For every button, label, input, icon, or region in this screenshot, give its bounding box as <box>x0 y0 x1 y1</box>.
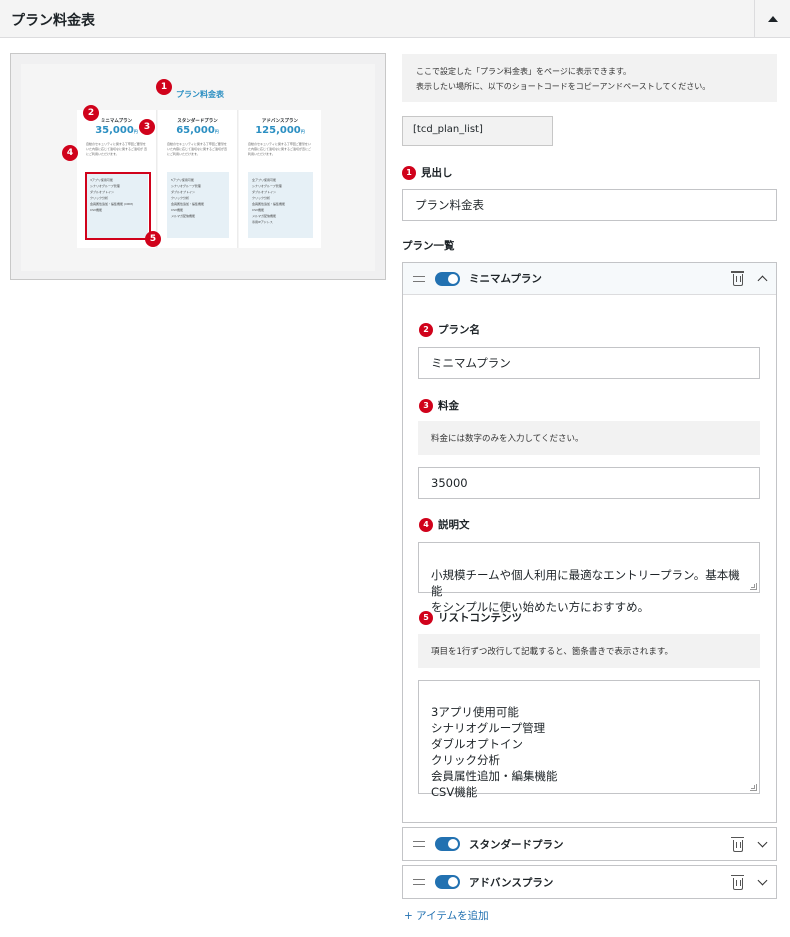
preview-card-standard: スタンダードプラン 65,000円 自動のセキュリティに関する丁寧回ご要望をいた… <box>158 110 238 248</box>
marker-2-badge: 2 <box>419 322 433 337</box>
plan-item-header[interactable]: アドバンスプラン <box>403 866 776 898</box>
preview-card-list: 5アプリ使用可能 シナリオグループ管理 ダブルオプトイン クリック分析 会員属性追加・編… <box>167 172 229 238</box>
heading-input[interactable]: プラン料金表 <box>402 189 777 221</box>
info-line-2: 表示したい場所に、以下のショートコードをコピーアンドペーストしてください。 <box>416 82 711 91</box>
preview-card-name: アドバンスプラン <box>261 119 299 124</box>
resize-handle-icon[interactable] <box>750 784 757 791</box>
preview-heading: プラン料金表 <box>176 90 224 99</box>
heading-label: 1 見出し <box>402 165 453 180</box>
plan-list-label: プラン一覧 <box>402 240 455 252</box>
preview-card-price: 65,000円 <box>176 125 219 136</box>
chevron-down-icon[interactable] <box>757 837 768 847</box>
preview-highlight-box <box>85 172 151 240</box>
chevron-down-icon[interactable] <box>757 875 768 885</box>
preview-card-desc: 自動のセキュリティに関する丁寧回ご要望をいた内容に応じて適切なに関するご適切が迅… <box>248 142 311 156</box>
shortcode-field[interactable]: [tcd_plan_list] <box>402 116 553 146</box>
plan-item-header[interactable]: ミニマムプラン <box>403 263 776 295</box>
preview-card-name: スタンダードプラン <box>177 119 218 124</box>
chevron-up-icon[interactable] <box>757 275 768 286</box>
plan-toggle[interactable] <box>435 271 460 286</box>
plan-item-header[interactable]: スタンダードプラン <box>403 828 776 860</box>
marker-5: 5 <box>145 231 161 247</box>
preview-card-desc: 自動のセキュリティに関する丁寧回ご要望をいた内容に応じて適切なに関するご適切が … <box>86 142 147 156</box>
panel-header: プラン料金表 <box>0 0 790 38</box>
list-contents-note: 項目を1行ずつ改行して記載すると、箇条書きで表示されます。 <box>418 634 760 668</box>
description-label: 4 説明文 <box>419 517 470 532</box>
plan-item-title: スタンダードプラン <box>469 838 564 851</box>
info-box: ここで設定した「プラン料金表」をページに表示できます。 表示したい場所に、以下の… <box>402 54 777 102</box>
marker-1: 1 <box>156 79 172 95</box>
trash-icon[interactable] <box>731 836 744 852</box>
marker-5-badge: 5 <box>419 610 433 625</box>
plan-item-title: アドバンスプラン <box>469 876 554 889</box>
price-note: 料金には数字のみを入力してください。 <box>418 421 760 455</box>
plan-item-advance: アドバンスプラン <box>402 865 777 899</box>
panel-title: プラン料金表 <box>11 13 95 29</box>
triangle-up-icon <box>767 16 778 22</box>
preview-card-advance: アドバンスプラン 125,000円 自動のセキュリティに関する丁寧回ご要望をいた… <box>239 110 321 248</box>
plan-name-input[interactable]: ミニマムプラン <box>418 347 760 379</box>
preview-card-desc: 自動のセキュリティに関する丁寧回ご要望をいた内容に応じて適切なに関するご適切が迅… <box>167 142 228 156</box>
drag-handle-icon[interactable] <box>413 841 425 847</box>
marker-2: 2 <box>83 105 99 121</box>
preview-image: プラン料金表 ミニマムプラン 35,000円 自動のセキュリティに関する丁寧回ご… <box>10 53 386 280</box>
marker-4-badge: 4 <box>419 517 433 532</box>
trash-icon[interactable] <box>731 271 744 286</box>
trash-icon[interactable] <box>731 874 744 890</box>
plan-toggle[interactable] <box>435 875 460 889</box>
description-textarea[interactable]: 小規模チームや個人利用に最適なエントリープラン。基本機能 をシンプルに使い始めた… <box>418 542 760 614</box>
preview-card-list: 全アプリ使用可能 シナリオグループ管理 ダブルオプトイン クリック分析 会員属性追加・編… <box>248 172 313 238</box>
list-contents-label: 5 リストコンテンツ <box>419 610 522 625</box>
plan-name-label: 2 プラン名 <box>419 322 480 337</box>
resize-handle-icon[interactable] <box>750 583 757 590</box>
collapse-button[interactable] <box>754 0 790 38</box>
price-label: 3 料金 <box>419 398 459 413</box>
preview-canvas: プラン料金表 ミニマムプラン 35,000円 自動のセキュリティに関する丁寧回ご… <box>21 64 375 271</box>
marker-3: 3 <box>139 119 155 135</box>
preview-card-price: 125,000円 <box>255 125 305 136</box>
drag-handle-icon[interactable] <box>413 275 425 282</box>
list-contents-textarea[interactable]: 3アプリ使用可能 シナリオグループ管理 ダブルオプトイン クリック分析 会員属性… <box>418 680 760 799</box>
info-line-1: ここで設定した「プラン料金表」をページに表示できます。 <box>416 67 632 76</box>
plan-toggle[interactable] <box>435 837 460 851</box>
price-input[interactable]: 35000 <box>418 467 760 499</box>
drag-handle-icon[interactable] <box>413 879 425 885</box>
plan-item-title: ミニマムプラン <box>469 273 542 285</box>
add-item-link[interactable]: + アイテムを追加 <box>404 908 489 923</box>
marker-4: 4 <box>62 145 78 161</box>
marker-3-badge: 3 <box>419 398 433 413</box>
marker-1-badge: 1 <box>402 165 416 180</box>
plan-item-standard: スタンダードプラン <box>402 827 777 861</box>
